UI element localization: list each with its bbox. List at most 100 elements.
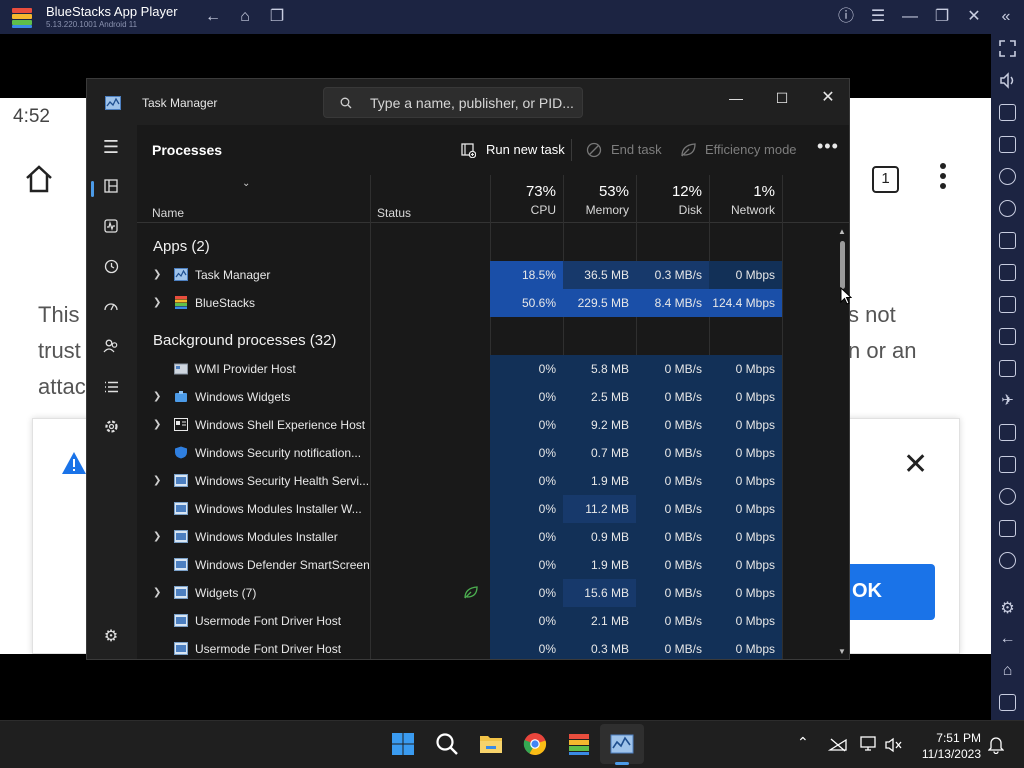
android-back-icon[interactable]: ← (999, 630, 1016, 647)
cpu-label: CPU (530, 203, 556, 217)
settings-icon[interactable]: ⚙ (999, 600, 1016, 617)
minimize-icon[interactable]: — (900, 8, 920, 26)
process-row[interactable]: Windows Modules Installer W... 0% 11.2 M… (137, 495, 849, 523)
process-row[interactable]: Usermode Font Driver Host 0% 0.3 MB 0 MB… (137, 635, 849, 659)
network-disconnected-icon[interactable] (828, 736, 848, 752)
fullscreen-icon[interactable] (999, 40, 1016, 57)
eraser-icon[interactable] (999, 456, 1016, 473)
minimize-button[interactable]: — (713, 83, 759, 113)
back-arrow-icon[interactable]: ← (203, 8, 223, 26)
services-icon[interactable] (101, 419, 121, 439)
layers-icon[interactable] (999, 520, 1016, 537)
scroll-up-icon[interactable]: ▲ (838, 227, 846, 236)
close-window-button[interactable]: ✕ (805, 83, 849, 113)
process-row[interactable]: ❯ Widgets (7) 0% 15.6 MB 0 MB/s 0 Mbps (137, 579, 849, 607)
scrollbar-thumb[interactable] (840, 241, 845, 289)
show-hidden-icons-chevron-icon[interactable]: ⌃ (797, 734, 809, 751)
bg-text-line-3: attac (38, 374, 86, 399)
expand-chevron-icon[interactable]: ❯ (153, 411, 161, 439)
status-column-header[interactable]: Status (377, 206, 411, 220)
expand-chevron-icon[interactable]: ❯ (153, 467, 161, 495)
airplane-icon[interactable]: ✈ (999, 392, 1016, 409)
process-row[interactable]: ❯ Windows Modules Installer 0% 0.9 MB 0 … (137, 523, 849, 551)
help-icon[interactable]: ⓘ (836, 8, 856, 26)
toolbar-divider (571, 139, 572, 161)
search-box[interactable] (323, 87, 583, 118)
bluestacks-taskbar-icon[interactable] (566, 731, 592, 757)
recent-apps-icon[interactable]: ❐ (267, 8, 287, 26)
expand-chevron-icon[interactable]: ❯ (153, 289, 161, 317)
expand-chevron-icon[interactable]: ❯ (153, 523, 161, 551)
bluestacks-process-icon (175, 296, 187, 309)
process-row[interactable]: Usermode Font Driver Host 0% 2.1 MB 0 MB… (137, 607, 849, 635)
name-column-header[interactable]: Name (152, 206, 184, 220)
gallery-icon[interactable] (999, 360, 1016, 377)
more-vertical-icon[interactable] (940, 162, 948, 192)
scroll-down-icon[interactable]: ▼ (838, 647, 846, 656)
file-explorer-icon[interactable] (478, 731, 504, 757)
expand-chevron-icon[interactable]: ❯ (153, 383, 161, 411)
dialog-close-icon[interactable]: ✕ (903, 447, 928, 482)
disk-column-header[interactable]: 12% Disk (636, 175, 709, 223)
apk-install-icon[interactable] (999, 264, 1016, 281)
chrome-icon[interactable] (522, 731, 548, 757)
process-row-bluestacks[interactable]: ❯ BlueStacks 50.6% 229.5 MB 8.4 MB/s 124… (137, 289, 849, 317)
performance-icon[interactable] (101, 219, 121, 239)
task-manager-taskbar-icon[interactable] (609, 731, 635, 757)
process-row[interactable]: ❯ Windows Security Health Servi... 0% 1.… (137, 467, 849, 495)
process-row[interactable]: Windows Security notification... 0% 0.7 … (137, 439, 849, 467)
settings-gear-icon[interactable]: ⚙ (101, 627, 121, 647)
android-home-button-icon[interactable]: ⌂ (999, 662, 1016, 679)
keyboard-icon[interactable] (999, 136, 1016, 153)
menu-icon[interactable]: ☰ (868, 8, 888, 26)
tab-count-badge[interactable]: 1 (872, 166, 899, 193)
hamburger-icon[interactable]: ☰ (101, 137, 121, 157)
details-icon[interactable] (101, 379, 121, 399)
sort-chevron-icon[interactable]: ⌄ (242, 178, 250, 189)
location-icon[interactable] (999, 488, 1016, 505)
maximize-button[interactable]: ☐ (759, 83, 805, 113)
process-row[interactable]: ❯ Windows Widgets 0% 2.5 MB 0 MB/s 0 Mbp… (137, 383, 849, 411)
home-icon[interactable]: ⌂ (235, 8, 255, 26)
display-icon[interactable] (860, 735, 880, 753)
windows-start-icon[interactable] (390, 731, 416, 757)
table-header: ⌄ Name Status 73% CPU 53% Memory 12% Dis… (137, 175, 849, 223)
users-icon[interactable] (101, 339, 121, 359)
files-icon[interactable] (999, 424, 1016, 441)
notification-bell-icon[interactable] (988, 736, 1004, 754)
multi-instance-icon[interactable] (999, 328, 1016, 345)
android-home-icon[interactable] (24, 164, 54, 194)
search-input[interactable] (370, 95, 575, 111)
startup-apps-icon[interactable] (101, 299, 121, 319)
close-icon[interactable]: ✕ (964, 8, 984, 26)
process-row[interactable]: ❯ Windows Shell Experience Host 0% 9.2 M… (137, 411, 849, 439)
apps-group-header[interactable]: Apps (2) (153, 238, 210, 255)
volume-muted-icon[interactable] (884, 737, 904, 753)
background-group-header[interactable]: Background processes (32) (153, 332, 336, 349)
cpu-column-header[interactable]: 73% CPU (490, 175, 563, 223)
expand-chevron-icon[interactable]: ❯ (153, 579, 161, 607)
expand-chevron-icon[interactable]: ❯ (153, 261, 161, 289)
rotate-icon[interactable] (999, 200, 1016, 217)
volume-icon[interactable] (999, 72, 1016, 89)
collapse-sidebar-icon[interactable]: « (996, 8, 1016, 26)
screenshot-icon[interactable] (999, 296, 1016, 313)
process-row[interactable]: Windows Defender SmartScreen 0% 1.9 MB 0… (137, 551, 849, 579)
memory-column-header[interactable]: 53% Memory (563, 175, 636, 223)
record-icon[interactable] (999, 168, 1016, 185)
clock-time[interactable]: 7:51 PM (921, 731, 981, 745)
process-row[interactable]: WMI Provider Host 0% 5.8 MB 0 MB/s 0 Mbp… (137, 355, 849, 383)
clock-date[interactable]: 11/13/2023 (912, 747, 981, 761)
macro-icon[interactable] (999, 232, 1016, 249)
process-name: Usermode Font Driver Host (195, 642, 342, 656)
more-options-icon[interactable]: ••• (817, 135, 839, 157)
media-manager-icon[interactable] (999, 104, 1016, 121)
search-taskbar-icon[interactable] (434, 731, 460, 757)
android-recents-icon[interactable] (999, 694, 1016, 711)
eco-mode-icon[interactable] (999, 552, 1016, 569)
network-column-header[interactable]: 1% Network (709, 175, 782, 223)
process-row-task-manager[interactable]: ❯ Task Manager 18.5% 36.5 MB 0.3 MB/s 0 … (137, 261, 849, 289)
app-history-icon[interactable] (101, 259, 121, 279)
restore-icon[interactable]: ❐ (932, 8, 952, 26)
processes-icon[interactable] (101, 179, 121, 199)
